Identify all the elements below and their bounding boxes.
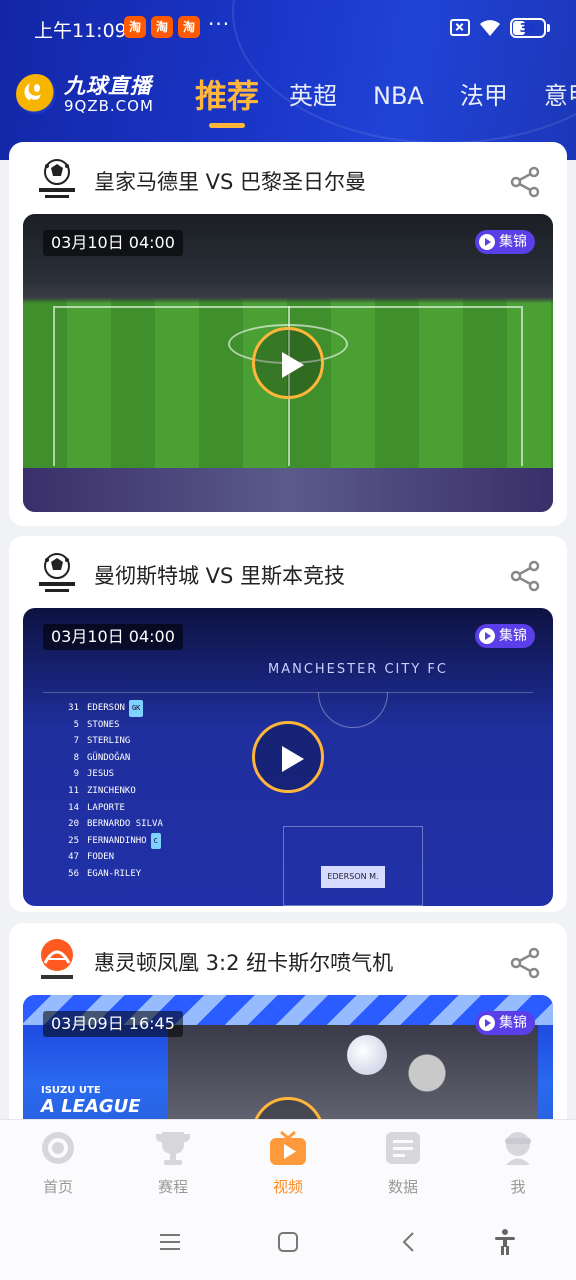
lineup-player: 56 EGAN-RILEY (68, 868, 142, 879)
tab-ligue-1[interactable]: 法甲 (460, 74, 508, 118)
lineup-player: 25 FERNANDINHO C (49, 832, 163, 850)
match-title[interactable]: 曼彻斯特城 VS 里斯本竞技 (94, 560, 345, 590)
a-league-icon (41, 939, 73, 979)
nav-home[interactable]: 首页 (18, 1130, 98, 1197)
wifi-icon (480, 20, 500, 36)
nav-schedule[interactable]: 赛程 (133, 1130, 213, 1197)
match-title[interactable]: 皇家马德里 VS 巴黎圣日尔曼 (94, 166, 366, 196)
battery-icon: 38 (510, 18, 550, 38)
highlights-badge: 集锦 (475, 624, 535, 648)
match-date: 03月10日 04:00 (43, 624, 183, 650)
video-icon (270, 1130, 306, 1165)
data-icon (386, 1132, 420, 1164)
highlights-badge: 集锦 (475, 230, 535, 254)
champions-league-icon (39, 159, 75, 198)
video-card[interactable]: 皇家马德里 VS 巴黎圣日尔曼 03月10日 04:00 集锦 (9, 142, 567, 526)
lineup-player: 11 ZINCHENKO (68, 785, 136, 796)
lineup-player: 5 STONES (73, 719, 120, 730)
bottom-navigation: 首页 赛程 视频 数据 我 (0, 1119, 576, 1203)
trophy-icon (156, 1132, 190, 1165)
play-button[interactable] (252, 327, 324, 399)
more-notifications-icon: ··· (208, 12, 231, 36)
video-thumbnail[interactable]: MANCHESTER CITY FC EDERSON M. 31 EDERSON G… (23, 608, 553, 906)
brand-domain: 9QZB.COM (64, 97, 154, 115)
play-button[interactable] (252, 721, 324, 793)
back-icon[interactable] (394, 1227, 424, 1257)
system-navigation-bar (0, 1203, 576, 1280)
accessibility-icon[interactable] (490, 1227, 520, 1257)
brand-name: 九球直播 (64, 74, 152, 98)
taobao-notification-icon: 淘 (178, 16, 200, 38)
match-date: 03月10日 04:00 (43, 230, 183, 256)
status-time: 上午11:09 (34, 20, 127, 42)
lineup-player: 9 JESUS (73, 769, 115, 780)
nav-video[interactable]: 视频 (248, 1130, 328, 1197)
champions-league-icon (39, 553, 75, 592)
share-icon[interactable] (509, 166, 541, 198)
nav-video-label: 视频 (272, 1178, 303, 1196)
video-card[interactable]: 曼彻斯特城 VS 里斯本竞技 MANCHESTER CITY FC EDERSO… (9, 536, 567, 912)
club-name: MANCHESTER CITY FC (268, 662, 448, 677)
battery-percentage: 38 (519, 21, 537, 35)
play-small-icon (479, 628, 495, 644)
tab-premier-league[interactable]: 英超 (289, 74, 337, 118)
lineup-player: 20 BERNARDO SILVA (68, 819, 163, 830)
match-date: 03月09日 16:45 (43, 1011, 183, 1037)
profile-icon (505, 1132, 531, 1165)
app-screen: 上午11:09 淘 淘 淘 ··· 38 9 九球直播 9QZB.COM 推荐 … (0, 0, 576, 1280)
video-thumbnail[interactable]: 03月10日 04:00 集锦 (23, 214, 553, 512)
app-header: 上午11:09 淘 淘 淘 ··· 38 9 九球直播 9QZB.COM 推荐 … (0, 0, 576, 160)
play-small-icon (479, 1015, 495, 1031)
notification-icons: 淘 淘 淘 (124, 16, 200, 38)
category-tabs: 推荐 英超 NBA 法甲 意甲 (195, 74, 576, 128)
lineup-player: 47 FODEN (68, 852, 115, 863)
no-sim-icon (450, 19, 470, 36)
battery-level (513, 21, 526, 35)
match-title[interactable]: 惠灵顿凤凰 3:2 纽卡斯尔喷气机 (94, 947, 393, 977)
football-icon (347, 1035, 387, 1075)
app-logo: 9 九球直播 9QZB.COM (16, 74, 154, 114)
highlights-badge: 集锦 (475, 1011, 535, 1035)
lineup-player: 14 LAPORTE (68, 802, 125, 813)
nav-schedule-label: 赛程 (157, 1178, 188, 1196)
a-league-overlay: ISUZU UTE A LEAGUE (41, 1085, 141, 1117)
menu-icon[interactable] (155, 1227, 185, 1257)
home-square-icon[interactable] (273, 1227, 303, 1257)
status-bar: 上午11:09 淘 淘 淘 ··· 38 (0, 0, 576, 56)
taobao-notification-icon: 淘 (124, 16, 146, 38)
nav-data[interactable]: 数据 (363, 1130, 443, 1197)
nav-profile-label: 我 (510, 1178, 526, 1196)
lineup-player: 7 STERLING (73, 736, 131, 747)
home-icon (42, 1132, 74, 1164)
logo-mark-icon: 9 (16, 74, 56, 114)
share-icon[interactable] (509, 947, 541, 979)
taobao-notification-icon: 淘 (151, 16, 173, 38)
lineup-list: 31 EDERSON GK 5 STONES 7 STERLING 8 GÜNDOĞAN … (49, 700, 163, 883)
nav-data-label: 数据 (387, 1178, 418, 1196)
share-icon[interactable] (509, 560, 541, 592)
tab-nba[interactable]: NBA (373, 74, 424, 118)
lineup-player: 8 GÜNDOĞAN (73, 752, 131, 763)
player-plate: EDERSON M. (321, 866, 385, 888)
play-small-icon (479, 234, 495, 250)
tab-serie-a[interactable]: 意甲 (544, 74, 576, 118)
nav-home-label: 首页 (42, 1178, 73, 1196)
nav-profile[interactable]: 我 (478, 1130, 558, 1197)
tab-recommended[interactable]: 推荐 (195, 74, 259, 128)
lineup-player: 31 EDERSON GK (49, 700, 163, 717)
